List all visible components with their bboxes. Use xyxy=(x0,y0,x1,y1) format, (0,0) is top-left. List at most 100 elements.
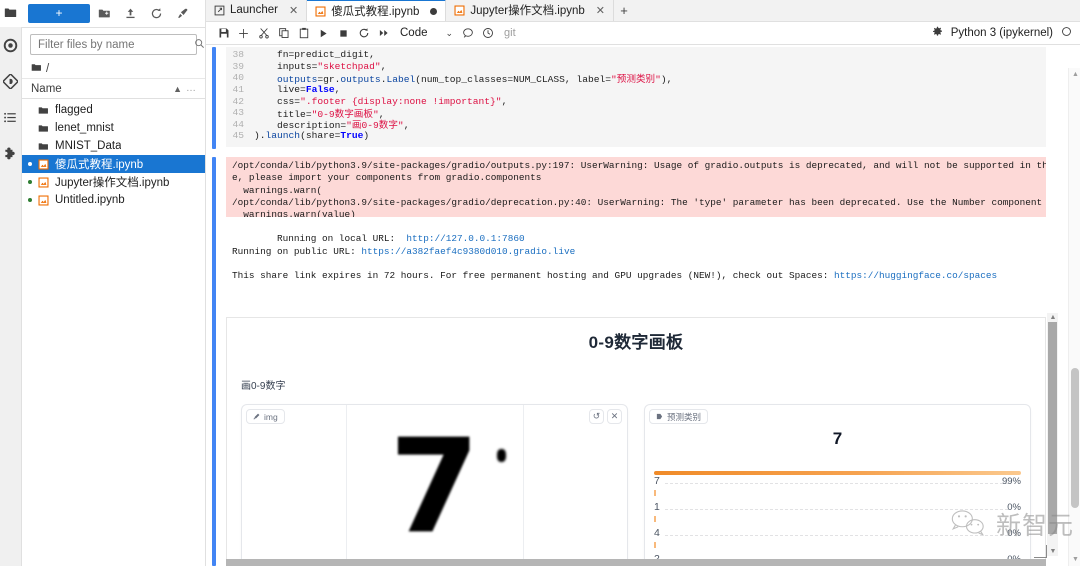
prediction-percent: 99% xyxy=(1001,476,1021,487)
tab-label: Jupyter操作文档.ipynb xyxy=(470,5,585,17)
undo-icon[interactable]: ↺ xyxy=(589,409,604,424)
notebook-scroll-down-icon[interactable]: ▼ xyxy=(1072,556,1079,563)
tab-close-icon[interactable]: ✕ xyxy=(289,4,298,17)
folder-icon xyxy=(38,105,51,116)
resize-handle[interactable] xyxy=(1034,545,1047,558)
sketchpad-canvas[interactable]: 7 xyxy=(242,405,627,566)
file-list-item[interactable]: Jupyter操作文档.ipynb xyxy=(22,173,205,191)
file-list-item-label: 傻瓜式教程.ipynb xyxy=(55,159,144,171)
notebook-icon xyxy=(315,5,326,17)
code-line: 41 live=False, xyxy=(226,84,1046,96)
paste-icon[interactable] xyxy=(294,24,313,43)
notebook-scroll-up-icon[interactable]: ▲ xyxy=(1072,71,1079,78)
gradio-scrollbar[interactable]: ▲ ▼ xyxy=(1047,313,1058,556)
new-launcher-icon[interactable] xyxy=(170,3,194,25)
file-list-item[interactable]: lenet_mnist xyxy=(22,119,205,137)
tab-bar: Launcher ✕ 傻瓜式教程.ipynb Jupyter操作文档.ipynb ✕ + xyxy=(206,0,1080,22)
drawn-digit: 7 xyxy=(389,410,480,563)
search-input[interactable] xyxy=(36,37,194,52)
git-icon[interactable] xyxy=(0,63,22,99)
gradio-description: 画0-9数字 xyxy=(241,381,286,392)
local-url-link[interactable]: http://127.0.0.1:7860 xyxy=(406,233,524,244)
stop-icon[interactable] xyxy=(334,24,353,43)
activity-bar-top-spacer xyxy=(0,0,22,27)
tab-3[interactable]: Jupyter操作文档.ipynb ✕ xyxy=(446,0,614,21)
notebook-scrollbar-thumb[interactable] xyxy=(1071,368,1079,508)
scroll-down-icon[interactable]: ▼ xyxy=(1050,548,1057,555)
scroll-up-icon[interactable]: ▲ xyxy=(1050,314,1057,321)
extension-icon[interactable] xyxy=(0,135,22,171)
ink-stray-dot xyxy=(497,449,506,462)
history-icon[interactable] xyxy=(478,24,497,43)
run-icon[interactable] xyxy=(314,24,333,43)
close-icon[interactable]: ✕ xyxy=(607,409,622,424)
running-icon[interactable] xyxy=(0,27,22,63)
code-line-text: outputs=gr.outputs.Label(num_top_classes… xyxy=(277,73,673,85)
code-cell[interactable]: 38 fn=predict_digit, 39 inputs="sketchpad… xyxy=(226,47,1046,147)
insert-cell-icon[interactable]: ＋ xyxy=(234,24,253,43)
prediction-chip: 预测类别 xyxy=(649,409,709,424)
public-url-link[interactable]: https://a382faef4c9380d010.gradio.live xyxy=(361,246,575,257)
kernel-idle-icon[interactable] xyxy=(1061,26,1072,40)
file-list-item[interactable]: Untitled.ipynb xyxy=(22,191,205,209)
breadcrumb[interactable]: / xyxy=(22,59,205,79)
code-line-number: 38 xyxy=(232,49,244,61)
refresh-icon[interactable] xyxy=(144,3,168,25)
tab-modified-indicator[interactable] xyxy=(430,7,438,15)
tab-label: Launcher xyxy=(230,4,278,16)
file-list-item[interactable]: flagged xyxy=(22,101,205,119)
cell-type-select[interactable]: Code ⌄ xyxy=(400,27,453,39)
restart-run-all-icon[interactable] xyxy=(374,24,393,43)
file-list: flagged lenet_mnist MNIST_Data 傻瓜式教程.ipynb J… xyxy=(22,99,205,209)
toc-icon[interactable] xyxy=(0,99,22,135)
cut-icon[interactable] xyxy=(254,24,273,43)
code-line: 45).launch(share=True) xyxy=(226,130,1046,142)
prediction-class-label: 7 xyxy=(654,475,660,487)
file-list-item[interactable]: MNIST_Data xyxy=(22,137,205,155)
prediction-bar-stub xyxy=(654,516,656,522)
kernel-status-area: Python 3 (ipykernel) xyxy=(932,26,1072,40)
sort-ascending-icon[interactable]: ▲ xyxy=(173,84,182,94)
prediction-gridline xyxy=(665,509,1008,510)
new-tab-button[interactable]: + xyxy=(614,0,634,21)
file-list-item-label: lenet_mnist xyxy=(55,122,114,134)
code-line-text: ).launch(share=True) xyxy=(254,130,370,142)
file-status-dot xyxy=(28,162,34,166)
code-line: 40 outputs=gr.outputs.Label(num_top_clas… xyxy=(226,72,1046,85)
public-url-label: Running on public URL: xyxy=(232,245,362,257)
prediction-percent: 0% xyxy=(1007,502,1021,513)
file-status-dot xyxy=(28,198,34,202)
gradio-scrollbar-thumb[interactable] xyxy=(1048,322,1057,534)
sketchpad-panel[interactable]: 7 img ↺ ✕ xyxy=(241,404,628,566)
stderr-output: /opt/conda/lib/python3.9/site-packages/g… xyxy=(226,157,1046,217)
tab-1[interactable]: Launcher ✕ xyxy=(206,0,308,21)
column-header-name[interactable]: Name xyxy=(31,83,173,95)
tab-close-icon[interactable]: ✕ xyxy=(596,4,605,17)
tab-2[interactable]: 傻瓜式教程.ipynb xyxy=(307,0,447,21)
pencil-icon xyxy=(253,412,260,422)
restart-icon[interactable] xyxy=(354,24,373,43)
folder-icon[interactable] xyxy=(4,6,17,22)
column-options-icon[interactable]: … xyxy=(186,83,196,94)
file-status-dot xyxy=(28,180,34,184)
sketchpad-column: 7 img ↺ ✕ xyxy=(241,404,628,566)
file-list-item-label: Untitled.ipynb xyxy=(55,194,125,206)
file-filter-box[interactable] xyxy=(30,34,204,55)
save-icon[interactable] xyxy=(214,24,233,43)
copy-icon[interactable] xyxy=(274,24,293,43)
kernel-name[interactable]: Python 3 (ipykernel) xyxy=(951,27,1053,39)
comment-icon[interactable] xyxy=(458,24,477,43)
new-launcher-button[interactable]: + xyxy=(28,4,90,23)
file-list-item[interactable]: 傻瓜式教程.ipynb xyxy=(22,155,205,173)
code-line-text: live=False, xyxy=(254,84,341,96)
code-line-number: 39 xyxy=(232,60,244,72)
code-line-text: fn=predict_digit, xyxy=(254,49,375,61)
new-folder-icon[interactable] xyxy=(92,3,116,25)
notebook-scrollbar[interactable]: ▲ ▼ xyxy=(1068,68,1080,566)
prediction-percent: 0% xyxy=(1007,528,1021,539)
kernel-settings-icon[interactable] xyxy=(932,26,943,40)
spaces-link[interactable]: https://huggingface.co/spaces xyxy=(834,270,997,281)
sketchpad-chip: img xyxy=(246,409,285,424)
upload-icon[interactable] xyxy=(118,3,142,25)
prediction-bar-row: 1 0% xyxy=(645,501,1030,527)
